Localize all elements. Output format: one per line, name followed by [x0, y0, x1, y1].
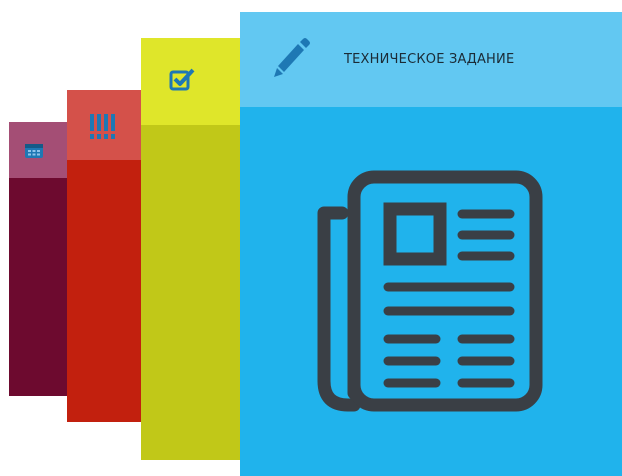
card-calendar-header[interactable] — [9, 122, 69, 178]
card-tasks[interactable] — [141, 38, 241, 460]
newspaper-icon — [317, 170, 543, 412]
card-technical-spec-title: ТЕХНИЧЕСКОЕ ЗАДАНИЕ — [344, 52, 515, 67]
card-calendar[interactable] — [9, 122, 69, 396]
card-priority-body — [67, 160, 142, 422]
card-technical-spec-body — [240, 107, 622, 476]
card-technical-spec-header[interactable]: ТЕХНИЧЕСКОЕ ЗАДАНИЕ — [240, 12, 622, 107]
card-calendar-body — [9, 178, 69, 396]
card-priority-header[interactable] — [67, 90, 142, 160]
exclamation-marks-icon — [90, 114, 115, 139]
card-tasks-body — [141, 125, 241, 460]
card-priority[interactable] — [67, 90, 142, 422]
calendar-icon — [25, 144, 43, 158]
card-technical-spec[interactable]: ТЕХНИЧЕСКОЕ ЗАДАНИЕ — [240, 12, 622, 476]
pencil-icon — [274, 38, 310, 77]
checkbox-checked-icon — [169, 68, 195, 91]
card-tasks-header[interactable] — [141, 38, 241, 125]
